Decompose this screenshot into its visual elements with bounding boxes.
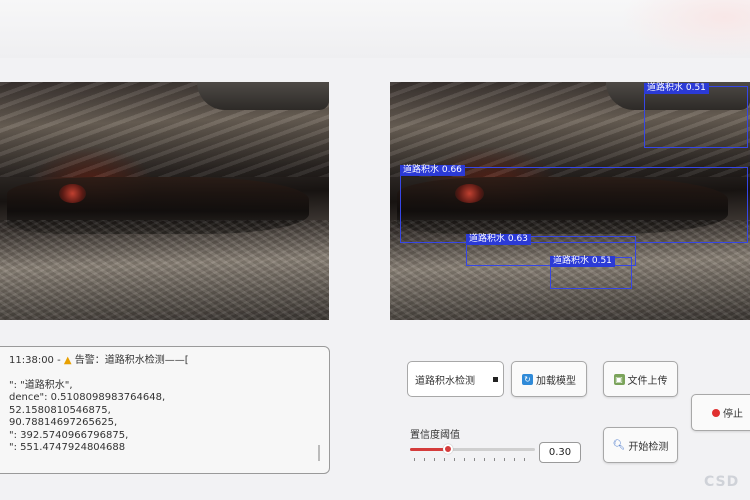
log-time: 11:38:00 - — [9, 355, 61, 366]
detection-box — [644, 86, 748, 148]
log-row: ": "道路积水", — [9, 379, 73, 391]
log-alert-text: 告警：道路积水检测——[ — [74, 355, 189, 366]
log-row: 90.78814697265625, — [9, 417, 118, 428]
upload-file-label: 文件上传 — [627, 375, 668, 387]
image-icon: ▣ — [613, 373, 625, 385]
confidence-value-box[interactable]: 0.30 — [539, 442, 581, 463]
detection-label: 道路积水 0.63 — [466, 234, 531, 245]
confidence-label: 置信度阈值 — [410, 430, 460, 441]
detection-log-panel[interactable]: 11:38:00 - ▲ 告警：道路积水检测——[ ": "道路积水", den… — [0, 346, 330, 474]
load-model-button[interactable]: ↻ 加载模型 — [511, 361, 587, 397]
slider-ticks — [414, 458, 532, 461]
task-select-value: 道路积水检测 — [415, 375, 475, 387]
detection-result-image-panel: 道路积水 0.51 道路积水 0.66 道路积水 0.63 道路积水 0.51 — [390, 82, 750, 320]
stop-button[interactable]: 停止 — [691, 394, 750, 431]
search-icon: 🔍︎ — [612, 439, 626, 451]
log-row: dence": 0.5108098983764648, — [9, 392, 166, 403]
detection-label: 道路积水 0.51 — [644, 83, 709, 94]
confidence-slider-fill — [410, 448, 448, 451]
detection-label: 道路积水 0.66 — [400, 165, 465, 176]
log-row: ": 392.5740966796875, — [9, 429, 129, 441]
stop-label: 停止 — [723, 409, 743, 420]
load-model-label: 加载模型 — [536, 375, 576, 387]
task-select[interactable]: 道路积水检测 — [407, 361, 504, 397]
log-scrollbar[interactable] — [318, 445, 320, 461]
start-detect-button[interactable]: 🔍︎ 开始检测 — [603, 427, 678, 463]
detection-box — [400, 167, 748, 243]
dropdown-icon — [493, 377, 498, 382]
watermark: CSD — [704, 474, 740, 490]
stop-dot-icon — [712, 408, 720, 417]
log-alert-line: 11:38:00 - ▲ 告警：道路积水检测——[ — [9, 355, 319, 368]
detection-label: 道路积水 0.51 — [550, 256, 615, 267]
start-detect-label: 开始检测 — [628, 441, 669, 453]
upload-file-button[interactable]: ▣ 文件上传 — [603, 361, 678, 397]
log-row: ": 551.4747924804688 — [9, 442, 126, 453]
original-image-panel — [0, 82, 329, 320]
confidence-slider[interactable] — [410, 444, 535, 454]
warning-icon: ▲ — [63, 355, 72, 366]
confidence-slider-handle[interactable] — [442, 444, 453, 454]
model-icon: ↻ — [522, 373, 533, 385]
log-row: 52.1580810546875, — [9, 404, 111, 416]
top-header-bar — [0, 0, 750, 58]
